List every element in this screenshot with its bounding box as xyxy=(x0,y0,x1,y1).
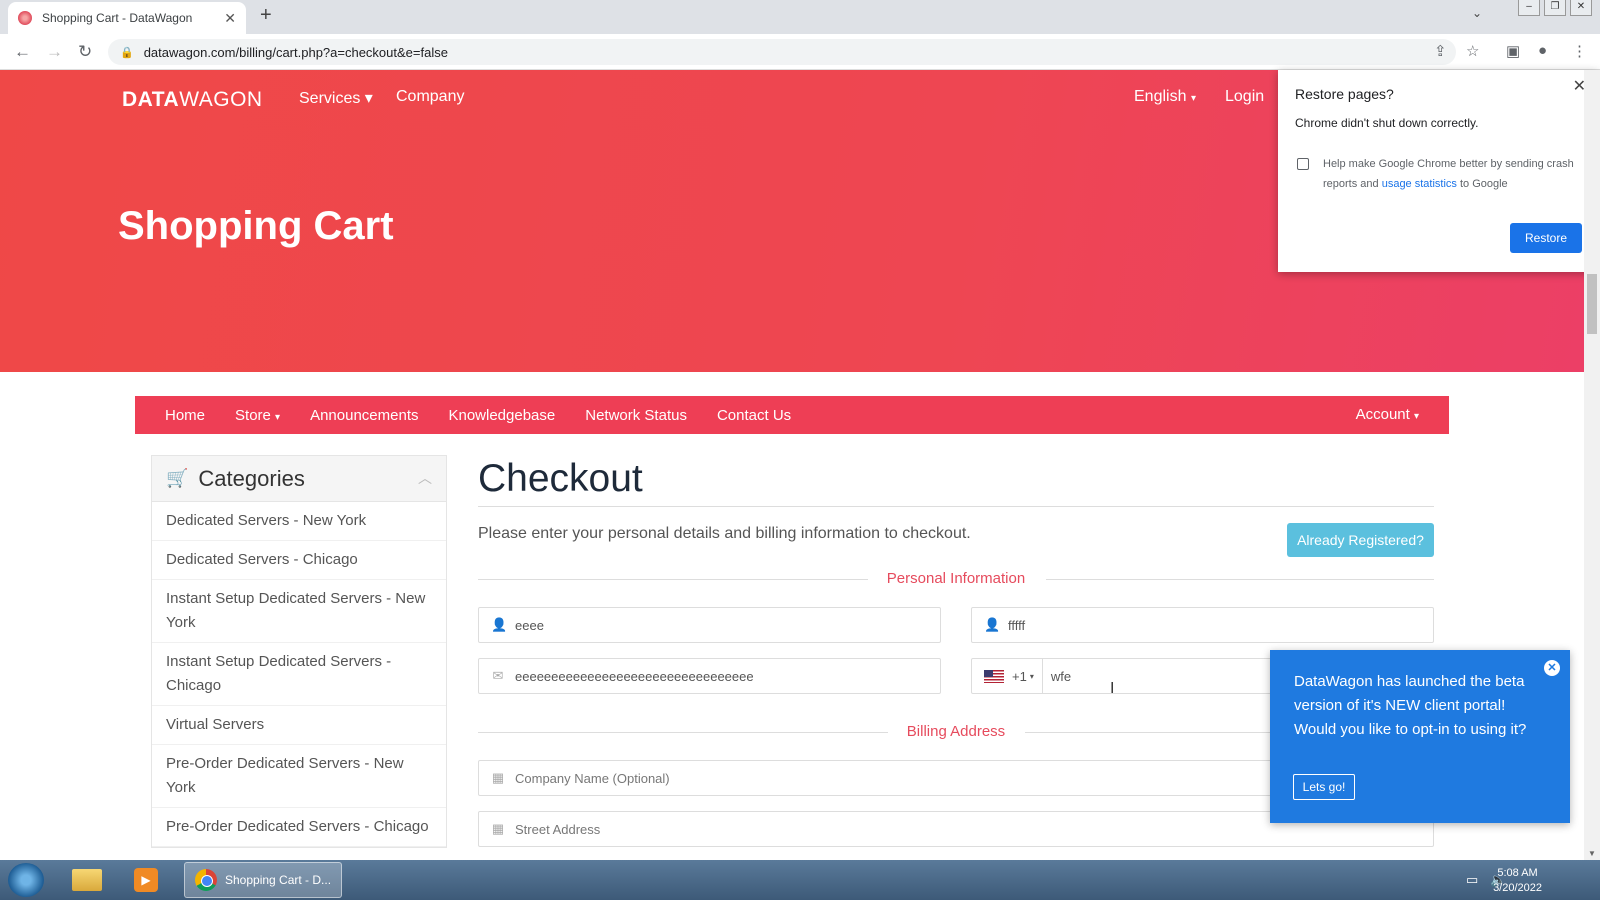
last-name-field[interactable]: 👤 fffff xyxy=(971,607,1434,643)
side-panel-icon[interactable]: ▣ xyxy=(1506,42,1520,60)
services-menu[interactable]: Services ▾ xyxy=(299,88,373,108)
restore-popup-subtitle: Chrome didn't shut down correctly. xyxy=(1295,116,1479,130)
scrollbar-thumb[interactable] xyxy=(1587,274,1597,334)
tab-close-icon[interactable]: ✕ xyxy=(224,10,236,27)
category-item[interactable]: Dedicated Servers - Chicago xyxy=(152,541,446,580)
browser-tab[interactable]: Shopping Cart - DataWagon ✕ xyxy=(8,2,246,34)
browser-tabbar: Shopping Cart - DataWagon ✕ + ⌄ – ❐ ✕ xyxy=(0,0,1600,34)
us-flag-icon xyxy=(984,669,1004,683)
divider xyxy=(478,506,1434,507)
close-icon[interactable]: ✕ xyxy=(1544,660,1560,676)
usage-statistics-link[interactable]: usage statistics xyxy=(1382,178,1457,190)
already-registered-button[interactable]: Already Registered? xyxy=(1287,523,1434,557)
user-icon: 👤 xyxy=(984,617,1001,632)
chevron-up-icon[interactable]: ︿ xyxy=(418,468,432,488)
category-item[interactable]: Pre-Order Dedicated Servers - New York xyxy=(152,745,446,808)
categories-header[interactable]: 🛒 Categories ︿ xyxy=(152,456,446,502)
url-text: datawagon.com/billing/cart.php?a=checkou… xyxy=(143,44,448,60)
profile-icon[interactable]: ● xyxy=(1538,42,1547,59)
close-window-icon[interactable]: ✕ xyxy=(1570,0,1592,16)
restore-button[interactable]: Restore xyxy=(1510,223,1582,253)
browser-toolbar: ← → ↻ 🔒 datawagon.com/billing/cart.php?a… xyxy=(0,34,1600,70)
nav-store[interactable]: Store ▾ xyxy=(235,407,280,424)
envelope-icon: ✉ xyxy=(492,668,504,683)
site-favicon-icon xyxy=(18,11,32,25)
restore-help-text: Help make Google Chrome better by sendin… xyxy=(1323,158,1574,190)
scroll-down-arrow-icon[interactable]: ▼ xyxy=(1588,849,1596,858)
tab-search-chevron-icon[interactable]: ⌄ xyxy=(1472,6,1482,20)
lets-go-button[interactable]: Lets go! xyxy=(1293,774,1355,800)
lock-icon: 🔒 xyxy=(120,46,134,59)
first-name-field[interactable]: 👤 eeee xyxy=(478,607,941,643)
restore-window-icon[interactable]: ❐ xyxy=(1544,0,1566,16)
company-link[interactable]: Company xyxy=(396,88,464,106)
building-icon: ▦ xyxy=(491,821,505,836)
shopping-cart-icon: 🛒 xyxy=(166,468,189,488)
site-logo[interactable]: DATAWAGON xyxy=(122,88,263,112)
text-cursor-icon: I xyxy=(1110,680,1115,697)
category-item[interactable]: Instant Setup Dedicated Servers - Chicag… xyxy=(152,643,446,706)
main-navigation: Home Store ▾ Announcements Knowledgebase… xyxy=(135,396,1449,434)
nav-account[interactable]: Account ▾ xyxy=(1356,406,1419,423)
reload-icon[interactable]: ↻ xyxy=(78,42,92,62)
tab-title: Shopping Cart - DataWagon xyxy=(42,11,193,25)
new-tab-icon[interactable]: + xyxy=(260,4,272,27)
divider xyxy=(1046,579,1434,580)
notice-text: DataWagon has launched the beta version … xyxy=(1294,673,1527,738)
beta-portal-notice: ✕ DataWagon has launched the beta versio… xyxy=(1270,650,1570,823)
chrome-taskbar-button[interactable]: Shopping Cart - D... xyxy=(184,862,342,898)
usage-statistics-checkbox[interactable] xyxy=(1297,158,1309,170)
email-field[interactable]: ✉ eeeeeeeeeeeeeeeeeeeeeeeeeeeeeeeee xyxy=(478,658,941,694)
address-bar[interactable]: 🔒 datawagon.com/billing/cart.php?a=check… xyxy=(108,39,1456,65)
checkout-instructions: Please enter your personal details and b… xyxy=(478,525,971,542)
category-item[interactable]: Pre-Order Dedicated Servers - Chicago xyxy=(152,808,446,847)
nav-knowledgebase[interactable]: Knowledgebase xyxy=(448,407,555,424)
browser-menu-icon[interactable]: ⋮ xyxy=(1572,42,1587,60)
forward-arrow-icon[interactable]: → xyxy=(46,42,63,62)
country-code-select[interactable]: +1 ▾ xyxy=(984,659,1043,693)
media-player-icon[interactable]: ▶ xyxy=(134,864,170,896)
network-tray-icon[interactable]: ▭ xyxy=(1466,872,1478,888)
page-scrollbar[interactable]: ▼ xyxy=(1584,70,1600,860)
building-icon: ▦ xyxy=(491,770,505,785)
system-clock[interactable]: 5:08 AM 3/20/2022 xyxy=(1493,866,1542,896)
windows-taskbar: ▶ Shopping Cart - D... ▭ 🔈 5:08 AM 3/20/… xyxy=(0,860,1600,900)
categories-title: Categories xyxy=(198,465,305,491)
nav-network-status[interactable]: Network Status xyxy=(585,407,687,424)
checkout-heading: Checkout xyxy=(478,457,643,500)
login-link[interactable]: Login xyxy=(1225,88,1264,106)
back-arrow-icon[interactable]: ← xyxy=(14,42,31,62)
categories-panel: 🛒 Categories ︿ Dedicated Servers - New Y… xyxy=(151,455,447,848)
restore-popup-title: Restore pages? xyxy=(1295,86,1394,102)
language-dropdown[interactable]: English ▾ xyxy=(1134,88,1196,106)
minimize-icon[interactable]: – xyxy=(1518,0,1540,16)
category-item[interactable]: Virtual Servers xyxy=(152,706,446,745)
category-item[interactable]: Dedicated Servers - New York xyxy=(152,502,446,541)
bookmark-star-icon[interactable]: ☆ xyxy=(1466,42,1479,60)
window-controls: – ❐ ✕ xyxy=(1518,0,1592,16)
share-icon[interactable]: ⇪ xyxy=(1434,42,1447,60)
category-item[interactable]: Instant Setup Dedicated Servers - New Yo… xyxy=(152,580,446,643)
chrome-icon xyxy=(195,869,217,891)
restore-pages-popup: Restore pages? ✕ Chrome didn't shut down… xyxy=(1278,70,1598,272)
nav-announcements[interactable]: Announcements xyxy=(310,407,418,424)
nav-home[interactable]: Home xyxy=(165,407,205,424)
nav-contact-us[interactable]: Contact Us xyxy=(717,407,791,424)
personal-info-section: Personal Information xyxy=(478,569,1434,589)
page-title: Shopping Cart xyxy=(118,204,394,248)
user-icon: 👤 xyxy=(491,617,508,632)
start-button-icon[interactable] xyxy=(8,863,44,897)
file-explorer-icon[interactable] xyxy=(72,864,108,896)
